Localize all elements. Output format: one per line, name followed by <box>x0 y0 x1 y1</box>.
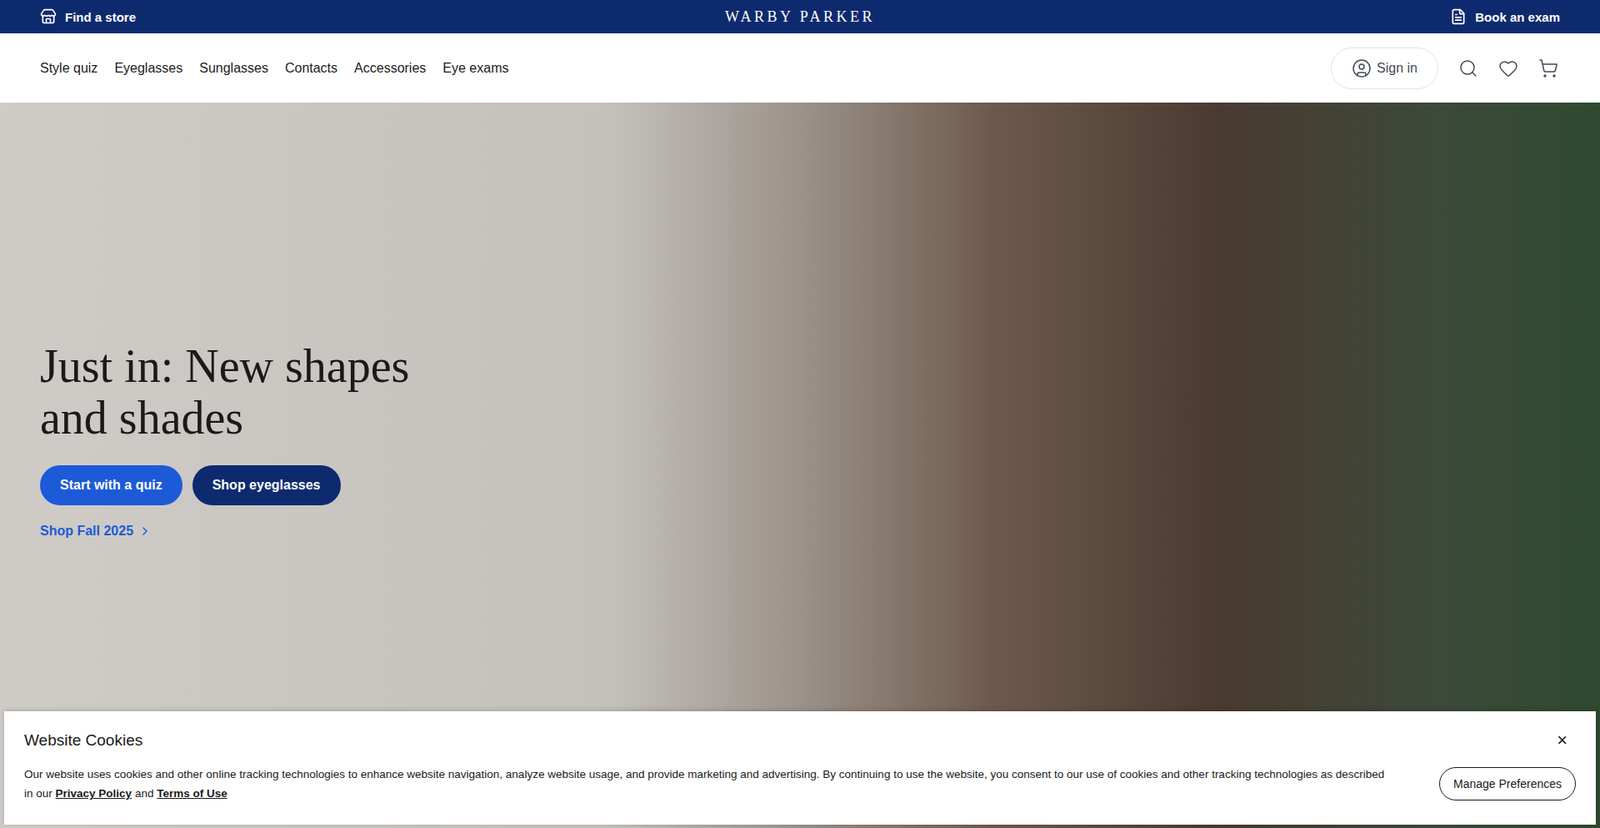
terms-of-use-link[interactable]: Terms of Use <box>156 786 228 800</box>
hero-heading: Just in: New shapesand shades <box>40 340 410 444</box>
top-bar: Find a store WARBY PARKER Book an exam <box>0 0 1600 34</box>
heading-line: and shades <box>40 391 410 444</box>
find-store-link[interactable]: Find a store <box>40 8 136 25</box>
store-icon <box>40 8 57 25</box>
cookie-banner-body: Our website uses cookies and other onlin… <box>24 764 1576 803</box>
cart-button[interactable] <box>1536 56 1560 80</box>
chevron-right-icon <box>138 524 152 538</box>
page: Find a store WARBY PARKER Book an exam Styl… <box>0 0 1600 828</box>
nav-item[interactable]: Contacts <box>285 60 338 76</box>
hero-button[interactable]: Shop eyeglasses <box>192 465 341 505</box>
logo[interactable]: WARBY PARKER <box>725 8 875 26</box>
hero-content: Just in: New shapesand shades Start with … <box>40 340 1560 539</box>
nav-item[interactable]: Eye exams <box>442 60 509 76</box>
user-icon <box>1351 58 1372 79</box>
search-icon <box>1458 58 1479 79</box>
heading-line: Just in: New shapes <box>40 340 410 392</box>
eye-chart-icon <box>1450 8 1467 25</box>
book-exam-link[interactable]: Book an exam <box>1450 8 1560 25</box>
cookie-banner: Website Cookies × Our website uses cookies… <box>4 710 1596 825</box>
close-button[interactable]: × <box>1548 730 1576 750</box>
sign-in-button[interactable]: Sign in <box>1330 47 1439 90</box>
hero-buttons: Start with a quizShop eyeglasses <box>40 465 341 505</box>
cookie-banner-header: Website Cookies × <box>24 730 1576 750</box>
cart-icon <box>1538 58 1559 79</box>
nav-item[interactable]: Sunglasses <box>199 60 269 76</box>
nav-item[interactable]: Accessories <box>354 60 426 76</box>
nav-actions: Sign in <box>1330 47 1560 90</box>
main-nav: Style quiz Eyeglasses Sunglasses Contacts Ac… <box>0 33 1600 103</box>
search-button[interactable] <box>1456 56 1480 80</box>
shop-fall-link[interactable]: Shop Fall 2025 <box>40 523 152 539</box>
nav-item[interactable]: Eyeglasses <box>114 60 183 76</box>
nav-list: Style quiz Eyeglasses Sunglasses Contacts Ac… <box>40 60 509 76</box>
hero-button[interactable]: Start with a quiz <box>40 465 183 505</box>
cookie-banner-title: Website Cookies <box>24 730 143 750</box>
favorites-button[interactable] <box>1496 56 1520 80</box>
cookie-banner-text: Our website uses cookies and other onlin… <box>24 764 1390 803</box>
privacy-policy-link[interactable]: Privacy Policy <box>55 786 133 800</box>
heart-icon <box>1498 58 1519 79</box>
nav-item[interactable]: Style quiz <box>40 60 98 76</box>
manage-preferences-button[interactable]: Manage Preferences <box>1439 766 1576 800</box>
